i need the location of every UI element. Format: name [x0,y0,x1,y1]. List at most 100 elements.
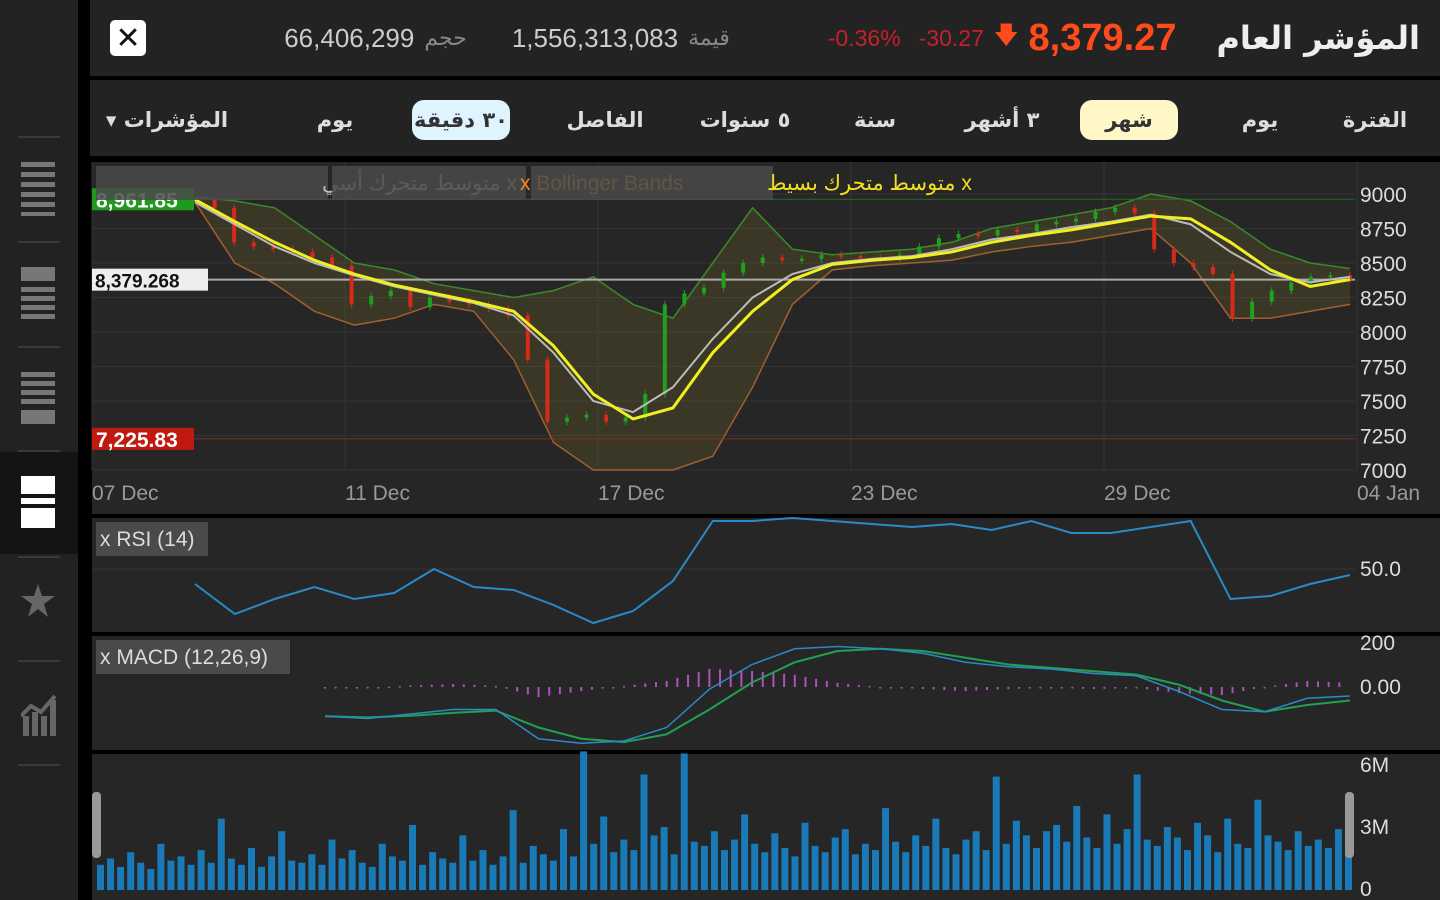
macd-histogram-bar [1007,687,1010,690]
macd-histogram-bar [1242,687,1245,692]
toolbar: الفترة يوم شهر ٣ أشهر سنة ٥ سنوات الفاصل… [90,80,1440,156]
volume-bar [1304,845,1312,890]
candle [564,417,569,422]
legend-sma: x متوسط متحرك بسيط [767,172,972,196]
macd-histogram-bar [889,687,892,689]
candle [1171,249,1176,263]
candle [858,256,863,259]
close-button[interactable]: ✕ [110,20,146,56]
volume-bar [1073,806,1081,890]
volume-bar [811,845,819,890]
interval-30min[interactable]: ٣٠ دقيقة [412,100,510,140]
period-year[interactable]: سنة [830,100,920,140]
legend-chip[interactable] [96,166,328,200]
period-label: الفترة [1342,108,1408,132]
legend-chip[interactable] [332,166,526,200]
macd-histogram-bar [740,670,743,687]
candle [1152,213,1157,250]
volume-bar [1033,848,1040,890]
volume-bar [982,850,990,890]
macd-histogram-bar [654,682,657,687]
macd-histogram-bar [687,674,690,687]
sidebar-item-layout-4[interactable] [0,452,78,554]
volume-bar [398,860,406,890]
period-5years[interactable]: ٥ سنوات [690,100,800,140]
macd-histogram-bar [1092,687,1095,690]
macd-histogram-bar [1263,687,1266,689]
volume-bar [1204,835,1212,890]
macd-histogram-bar [1252,687,1255,690]
volume-label: حجم [424,25,467,51]
volume-bar [1163,827,1171,890]
volume-bar [1053,824,1061,890]
sidebar-item-star[interactable] [0,558,78,660]
candle [545,359,550,422]
chart-area[interactable]: 9000 8750 8500 8250 8000 7750 7500 7250 7000 07 D… [90,160,1440,900]
volume-bar [429,852,437,890]
volume-bar [882,808,890,890]
volume-bar [459,835,467,890]
volume-bar [1103,814,1111,890]
layout-4-icon [21,476,55,528]
candle [839,254,844,257]
period-3months[interactable]: ٣ أشهر [952,100,1052,140]
macd-histogram-bar [911,687,914,689]
volume-bar [348,850,356,890]
macd-histogram-bar [1114,687,1117,689]
macd-histogram-bar [1274,685,1277,687]
volume-bar [580,751,588,890]
close-icon: ✕ [115,20,141,56]
period-month[interactable]: شهر [1080,100,1178,140]
macd-histogram-bar [494,685,497,688]
macd-histogram-bar [761,671,764,687]
volume-bar [660,827,668,890]
volume-bar [1314,839,1322,890]
volume-bar [247,848,255,890]
sidebar-item-chart[interactable] [0,662,78,764]
volume-bar [499,856,507,890]
sidebar-item-layout-1[interactable] [0,138,78,240]
candle [1132,207,1137,214]
volume-bar [227,858,235,890]
volume-bar [570,856,578,890]
last-price-label: 8,379.268 [95,272,180,293]
period-day[interactable]: يوم [1215,100,1305,140]
sidebar-item-layout-2[interactable] [0,243,78,345]
date-axis-tick: 17 Dec [598,482,665,505]
candle [1113,207,1118,212]
legend-chip[interactable] [531,166,773,200]
arrow-down-icon: 🡇 [993,20,1019,49]
macd-histogram-bar [452,683,455,687]
volume-bar [902,852,910,890]
candle [1073,218,1078,222]
macd-histogram-bar [943,687,946,691]
range-handle-right[interactable] [1345,792,1354,858]
macd-histogram-bar [1146,687,1149,690]
volume-bar [1002,843,1010,890]
price-change: -30.27 [918,24,984,51]
candle [388,290,393,297]
interval-day[interactable]: يوم [290,100,380,140]
interval-label: الفاصل [566,108,644,132]
candle [662,304,667,395]
candle [976,234,981,237]
volume-bar [288,860,296,890]
volume-bar [157,843,165,890]
volume-bar [972,831,980,890]
volume-bar [358,862,366,890]
volume-bar [117,866,125,890]
volume-bar [147,869,155,890]
macd-histogram-bar [1210,687,1213,695]
volume-bar [368,866,376,890]
volume-bar [1324,848,1332,890]
range-handle-left[interactable] [92,792,101,858]
macd-histogram-bar [537,687,540,698]
macd-histogram-bar [1327,681,1330,687]
macd-histogram-bar [1039,687,1042,689]
candle [780,257,785,261]
volume-bar [449,862,457,890]
macd-histogram-bar [644,683,647,687]
sidebar-item-layout-3[interactable] [0,348,78,450]
volume-bar [509,810,517,890]
indicators-dropdown[interactable]: ▾ المؤشرات [102,100,232,140]
